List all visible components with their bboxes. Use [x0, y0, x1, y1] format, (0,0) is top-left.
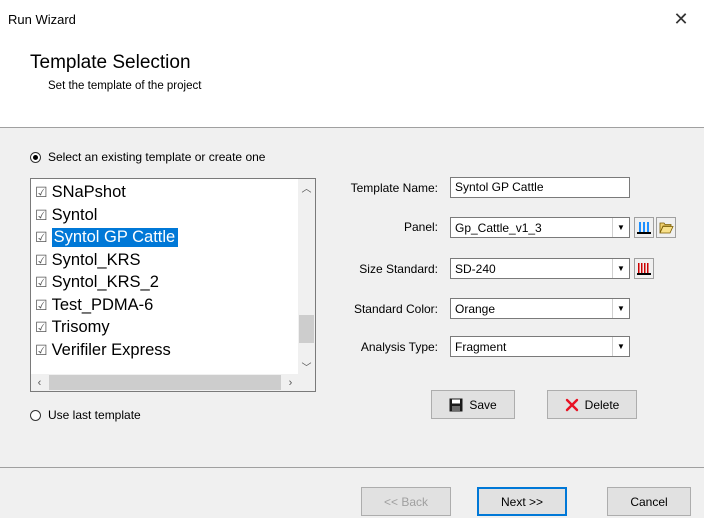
template-name-label: Template Name: — [350, 181, 438, 195]
back-label: << Back — [383, 494, 429, 509]
analysis-type-label: Analysis Type: — [360, 340, 438, 354]
standard-color-value: Orange — [455, 302, 496, 316]
template-list-items: ☑ SNaPshot ☑ Syntol ☑ Syntol GP Cattle ☑ Syntol… — [31, 179, 299, 375]
template-list-item-label: Syntol — [51, 205, 98, 224]
chevron-down-icon[interactable]: ▼ — [612, 337, 629, 356]
close-button[interactable]: ✕ — [658, 0, 704, 38]
template-list-item-label: SNaPshot — [51, 183, 126, 201]
panel-bars-icon — [637, 222, 651, 234]
chevron-down-icon[interactable]: ▼ — [612, 299, 629, 318]
standard-color-select[interactable]: Orange ▼ — [450, 298, 630, 319]
delete-label: Delete — [584, 397, 620, 412]
page-title: Template Selection — [30, 52, 191, 73]
scroll-right-icon[interactable]: › — [282, 374, 299, 391]
radio-existing-label: Select an existing template or create on… — [48, 150, 266, 164]
panel-select[interactable]: Gp_Cattle_v1_3 ▼ — [450, 217, 630, 238]
template-list-item[interactable]: ☑ Verifiler Express — [35, 340, 171, 361]
panel-view-button[interactable] — [634, 217, 654, 238]
back-button[interactable]: << Back — [361, 487, 451, 516]
template-name-input[interactable]: Syntol GP Cattle — [450, 177, 630, 198]
save-icon — [449, 398, 463, 412]
radio-dot-selected — [30, 151, 41, 163]
folder-open-icon — [658, 222, 674, 234]
chevron-down-icon[interactable]: ▼ — [612, 218, 629, 237]
template-check-icon: ☑ — [35, 206, 48, 223]
chevron-down-icon[interactable]: ▼ — [612, 259, 629, 278]
cancel-label: Cancel — [630, 494, 668, 509]
template-check-icon: ☑ — [35, 296, 48, 313]
wizard-header: Template Selection Set the template of t… — [0, 38, 704, 128]
analysis-type-value: Fragment — [455, 340, 507, 354]
radio-dot — [30, 409, 41, 421]
page-subtitle: Set the template of the project — [48, 80, 202, 92]
template-check-icon: ☑ — [35, 274, 48, 290]
template-list-item[interactable]: ☑ SNaPshot — [35, 182, 126, 203]
horizontal-scroll-thumb[interactable] — [49, 375, 281, 390]
radio-last-label: Use last template — [48, 408, 141, 422]
template-list-item-label: Verifiler Express — [51, 340, 171, 359]
vertical-scroll-thumb[interactable] — [299, 315, 314, 343]
panel-open-button[interactable] — [656, 217, 676, 238]
size-standard-value: SD-240 — [455, 262, 496, 276]
template-listbox[interactable]: ☑ SNaPshot ☑ Syntol ☑ Syntol GP Cattle ☑ Syntol… — [30, 178, 316, 392]
save-button[interactable]: Save — [431, 390, 515, 419]
title-bar: Run Wizard ✕ — [0, 0, 704, 38]
scrollbar-corner — [298, 374, 315, 391]
panel-value: Gp_Cattle_v1_3 — [455, 221, 542, 235]
size-bars-icon — [637, 263, 651, 275]
template-list-item[interactable]: ☑ Syntol_KRS — [35, 250, 141, 271]
cancel-button[interactable]: Cancel — [607, 487, 691, 516]
template-list-item[interactable]: ☑ Test_PDMA-6 — [35, 295, 153, 316]
template-check-icon: ☑ — [35, 251, 48, 268]
delete-button[interactable]: Delete — [547, 390, 637, 419]
panel-label: Panel: — [403, 220, 438, 234]
scroll-down-icon[interactable]: ﹀ — [298, 358, 315, 375]
template-check-icon: ☑ — [35, 229, 48, 245]
delete-x-icon — [565, 398, 579, 412]
close-icon: ✕ — [673, 8, 689, 29]
footer-panel — [0, 468, 704, 518]
size-standard-view-button[interactable] — [634, 258, 654, 279]
template-check-icon: ☑ — [35, 341, 48, 358]
template-list-item-label: Trisomy — [51, 318, 110, 336]
template-list-item-label: Syntol_KRS — [51, 250, 141, 269]
template-list-item-label: Test_PDMA-6 — [51, 295, 154, 314]
template-list-item[interactable]: ☑ Syntol — [35, 205, 97, 226]
template-list-item-label: Syntol_KRS_2 — [51, 273, 159, 291]
template-list-item-label: Syntol GP Cattle — [51, 228, 179, 247]
standard-color-label: Standard Color: — [353, 302, 438, 316]
radio-last-template[interactable]: Use last template — [30, 408, 141, 422]
analysis-type-select[interactable]: Fragment ▼ — [450, 336, 630, 357]
radio-existing-template[interactable]: Select an existing template or create on… — [30, 150, 265, 164]
size-standard-select[interactable]: SD-240 ▼ — [450, 258, 630, 279]
template-check-icon: ☑ — [35, 319, 48, 335]
next-button[interactable]: Next >> — [477, 487, 567, 516]
template-list-item[interactable]: ☑ Syntol_KRS_2 — [35, 272, 159, 293]
save-label: Save — [469, 397, 497, 412]
template-list-item[interactable]: ☑ Trisomy — [35, 317, 110, 338]
scroll-left-icon[interactable]: ‹ — [31, 374, 48, 391]
horizontal-scrollbar[interactable]: ‹ › — [31, 374, 299, 391]
size-standard-label: Size Standard: — [359, 262, 438, 276]
template-list-item[interactable]: ☑ Syntol GP Cattle — [35, 227, 179, 248]
next-label: Next >> — [500, 494, 544, 509]
template-check-icon: ☑ — [35, 184, 48, 200]
window-title: Run Wizard — [8, 12, 76, 27]
